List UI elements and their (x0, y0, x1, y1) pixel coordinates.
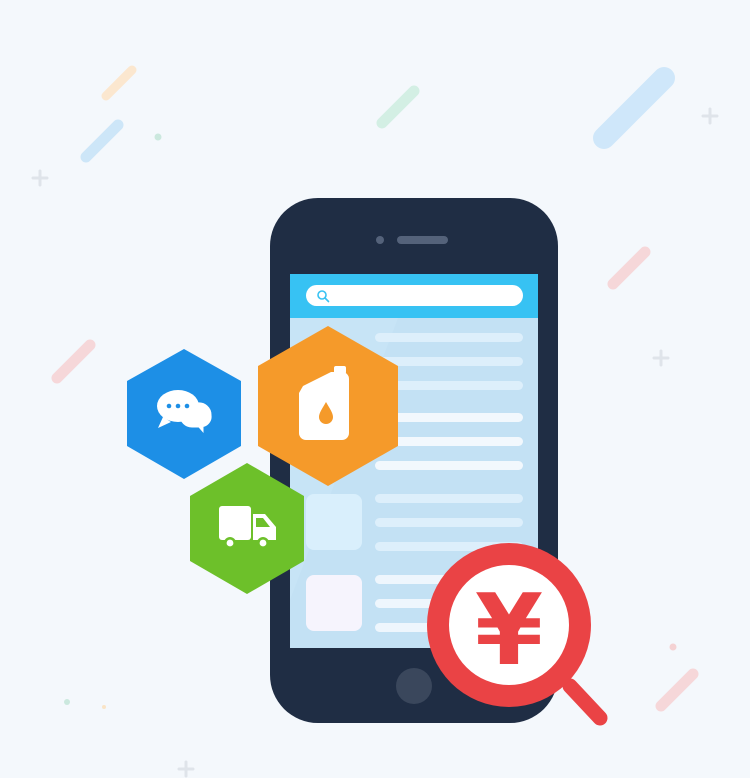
text-line-placeholder (375, 494, 523, 503)
dash-blue-left (80, 119, 124, 163)
plus-sign (177, 760, 195, 778)
phone-home-button (396, 668, 432, 704)
plus-sign (701, 107, 719, 125)
plus-sign (652, 349, 670, 367)
text-line-placeholder (375, 357, 523, 366)
dash-pink-right (607, 246, 651, 290)
text-line-placeholder (375, 333, 523, 342)
dash-pink-left (51, 339, 96, 384)
phone-camera (376, 236, 384, 244)
dash-pink-bottom (655, 668, 699, 712)
yen-symbol: ¥ (475, 574, 543, 688)
dot (64, 699, 70, 705)
search-input (306, 285, 523, 306)
phone-speaker (397, 236, 448, 244)
dot (154, 133, 162, 141)
phone-shopping-illustration: ¥ (31, 65, 719, 778)
dash-mint (376, 85, 420, 129)
plus-sign (31, 169, 49, 187)
chat-hexagon (127, 349, 241, 479)
dash-blue-large (593, 67, 675, 149)
text-line-placeholder (375, 518, 523, 527)
dash-peach (101, 65, 137, 101)
text-line-placeholder (375, 461, 523, 470)
thumbnail-placeholder (306, 575, 362, 631)
dot (669, 643, 677, 651)
magnifier-handle (562, 678, 608, 726)
dot (102, 705, 106, 709)
thumbnail-placeholder (306, 494, 362, 550)
illustration-canvas: ¥ (0, 0, 750, 778)
